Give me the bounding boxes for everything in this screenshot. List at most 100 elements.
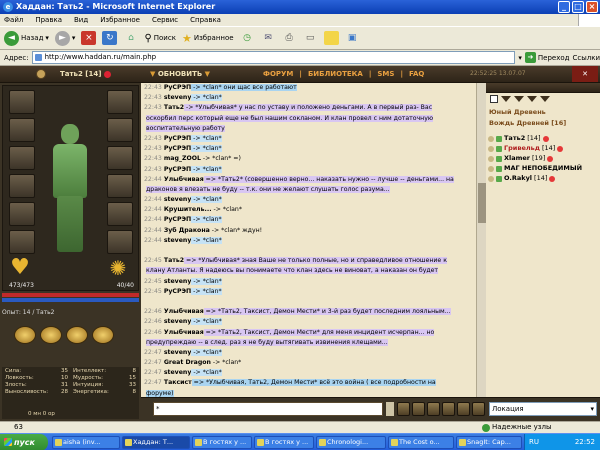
links-label[interactable]: Ссылки — [572, 54, 600, 62]
menu-edit[interactable]: Правка — [35, 14, 62, 26]
go-button[interactable]: ➜ Переход — [524, 52, 569, 63]
user-entry[interactable]: O.Rakyl [14] — [488, 174, 556, 183]
address-dropdown-icon[interactable]: ▾ — [518, 54, 522, 62]
library-link[interactable]: БИБЛИОТЕКА — [308, 70, 363, 78]
message-author[interactable]: Улыбчивая — [164, 176, 204, 183]
taskbar-item[interactable]: В гостях у ... — [192, 436, 252, 449]
sort-icon[interactable] — [527, 96, 537, 102]
window-title-bar[interactable]: e Хаддан: Тать2 - Microsoft Internet Exp… — [0, 0, 600, 14]
taskbar-item[interactable]: Хаддан: Т... — [122, 436, 190, 449]
amulet-slot[interactable] — [9, 118, 35, 142]
location-select[interactable]: Локация ▾ — [489, 402, 597, 416]
send-button[interactable] — [412, 402, 425, 416]
message-author[interactable]: steveny — [164, 278, 192, 285]
menu-help[interactable]: Справка — [190, 14, 221, 26]
message-author[interactable]: Тать2 — [164, 257, 184, 264]
filter-checkbox[interactable] — [490, 95, 498, 103]
user-entry[interactable]: Тать2 [14] — [488, 134, 549, 143]
message-author[interactable]: РуСРЭП — [164, 135, 191, 142]
refresh-icon[interactable]: ↻ — [102, 31, 118, 45]
message-author[interactable]: РуСРЭП — [164, 166, 191, 173]
minimize-button[interactable]: _ — [558, 1, 570, 13]
print-icon[interactable]: ⎙ — [282, 31, 297, 45]
armor-slot[interactable] — [9, 174, 35, 198]
message-author[interactable]: Таксист — [164, 379, 192, 386]
settings-chat-button[interactable] — [472, 402, 485, 416]
taskbar-item[interactable]: The Cost o... — [388, 436, 454, 449]
player-nick[interactable]: Тать2 [14] — [60, 70, 111, 78]
helmet-slot[interactable] — [9, 90, 35, 114]
message-author[interactable]: РуСРЭП — [164, 216, 191, 223]
filter-button[interactable] — [457, 402, 470, 416]
back-button[interactable]: ◄ Назад ▾ — [4, 30, 49, 46]
message-author[interactable]: Улыбчивая — [164, 308, 204, 315]
info-button[interactable] — [66, 326, 88, 344]
sort-icon[interactable] — [501, 96, 511, 102]
user-entry[interactable]: Гривельд [14] — [488, 144, 564, 153]
user-entry[interactable]: Xlamer [19] — [488, 154, 554, 163]
mail-icon[interactable]: ✉ — [261, 31, 276, 45]
user-entry[interactable]: МАГ НЕПОБЕДИМЫЙ — [488, 164, 584, 173]
message-author[interactable]: РуСРЭП — [164, 288, 191, 295]
search-button[interactable]: ⚲ Поиск — [144, 33, 176, 44]
message-author[interactable]: steveny — [164, 237, 192, 244]
exit-button[interactable]: ✕ — [572, 66, 598, 82]
menu-tools[interactable]: Сервис — [152, 14, 178, 26]
message-author[interactable]: steveny — [164, 318, 192, 325]
info-icon[interactable] — [36, 69, 46, 79]
taskbar-item[interactable]: SnagIt: Cap... — [456, 436, 522, 449]
stop-icon[interactable]: × — [81, 31, 97, 45]
scrollbar-thumb[interactable] — [478, 183, 486, 223]
messenger-icon[interactable]: ▣ — [345, 31, 360, 45]
message-author[interactable]: РуСРЭП — [164, 84, 191, 91]
message-author[interactable]: Great Dragon — [164, 359, 211, 366]
bracer-slot[interactable] — [107, 118, 133, 142]
message-author[interactable]: steveny — [164, 196, 192, 203]
message-author[interactable]: Зуб Дракона — [164, 227, 210, 234]
menu-favorites[interactable]: Избранное — [100, 14, 140, 26]
taskbar-item[interactable]: В гостях у ... — [254, 436, 314, 449]
discuss-icon[interactable] — [323, 31, 339, 45]
belt-slot[interactable] — [9, 202, 35, 226]
message-author[interactable]: steveny — [164, 349, 192, 356]
message-author[interactable]: Крушитель... — [164, 206, 212, 213]
taskbar-item[interactable]: Chronologi... — [316, 436, 386, 449]
taskbar-item[interactable]: aisha (inv... — [52, 436, 120, 449]
skills-button[interactable] — [40, 326, 62, 344]
message-author[interactable]: mag_ZOOL — [164, 155, 201, 162]
menu-file[interactable]: Файл — [4, 14, 23, 26]
translit-button[interactable] — [427, 402, 440, 416]
sms-link[interactable]: SMS — [377, 70, 394, 78]
edit-icon[interactable]: ▭ — [303, 31, 318, 45]
forward-button[interactable]: ► ▾ — [54, 30, 75, 46]
inventory-button[interactable] — [14, 326, 36, 344]
maximize-button[interactable]: □ — [572, 1, 584, 13]
clear-button[interactable] — [442, 402, 455, 416]
legs-slot[interactable] — [9, 230, 35, 254]
message-author[interactable]: steveny — [164, 94, 192, 101]
refresh-game-button[interactable]: ▼ ОБНОВИТЬ ▼ — [150, 70, 210, 78]
chat-scrollbar[interactable] — [476, 83, 486, 397]
message-author[interactable]: steveny — [164, 369, 192, 376]
smile-button[interactable] — [397, 402, 410, 416]
chat-log[interactable]: 22:43 РуСРЭП -> *clan* они щас все работа… — [141, 83, 476, 397]
sort-icon[interactable] — [540, 96, 550, 102]
message-author[interactable]: Улыбчивая — [164, 329, 204, 336]
message-author[interactable]: Тать2 — [164, 104, 184, 111]
chat-input[interactable]: * — [153, 402, 383, 416]
start-button[interactable]: пуск — [0, 434, 48, 450]
weapon-slot[interactable] — [9, 146, 35, 170]
input-scroll[interactable] — [386, 402, 394, 416]
home-icon[interactable]: ⌂ — [123, 31, 138, 45]
ring2-slot[interactable] — [107, 202, 133, 226]
menu-view[interactable]: Вид — [74, 14, 88, 26]
message-author[interactable]: РуСРЭП — [164, 145, 191, 152]
faq-link[interactable]: FAQ — [409, 70, 424, 78]
close-button[interactable]: × — [586, 1, 598, 13]
shield-slot[interactable] — [107, 146, 133, 170]
gloves-slot[interactable] — [107, 174, 133, 198]
sort-icon[interactable] — [514, 96, 524, 102]
language-indicator[interactable]: RU — [529, 434, 539, 450]
boots-slot[interactable] — [107, 230, 133, 254]
forum-link[interactable]: ФОРУМ — [263, 70, 293, 78]
